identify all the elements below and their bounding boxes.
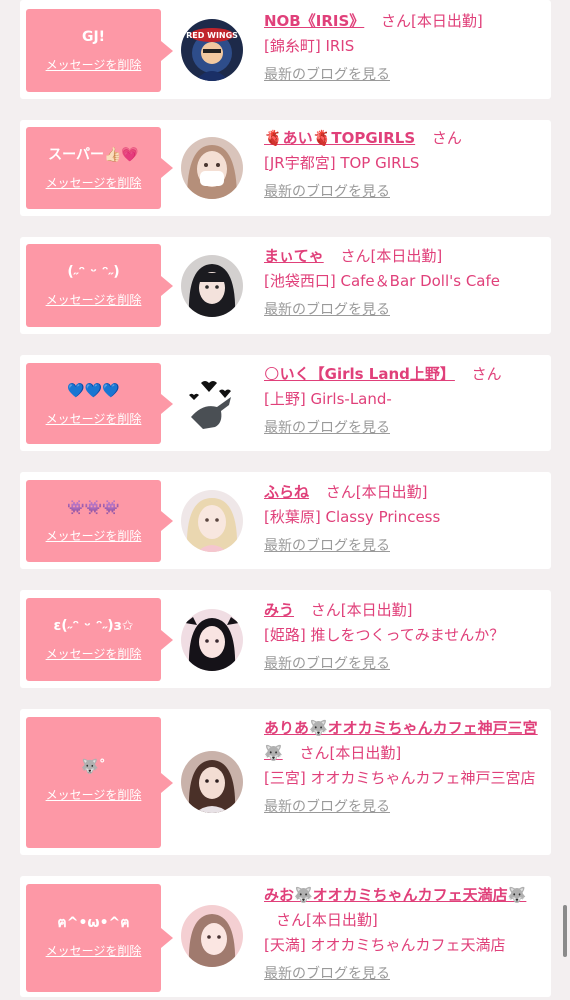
latest-blog-link[interactable]: 最新のブログを見る xyxy=(264,795,390,820)
item-info: ありあ🐺オオカミちゃんカフェ神戸三宮🐺 さん[本日出勤] [三宮] オオカミちゃ… xyxy=(264,716,543,820)
message-bubble: 🐺˚ メッセージを削除 xyxy=(26,717,173,848)
shop-location: [姫路] 推しをつくってみませんか？ xyxy=(264,626,505,644)
item-info: みお🐺オオカミちゃんカフェ天満店🐺 さん[本日出勤] [天満] オオカミちゃんカ… xyxy=(264,883,543,987)
shop-location: [秋葉原] Classy Princess xyxy=(264,508,441,526)
delete-message-link[interactable]: メッセージを削除 xyxy=(46,942,142,959)
delete-message-link[interactable]: メッセージを削除 xyxy=(46,527,142,544)
message-card: (˶ᵔ ᵕ ᵔ˶) メッセージを削除 まぃてゃ さん[本日出勤] [池袋西口] … xyxy=(20,237,551,334)
shop-location: [三宮] オオカミちゃんカフェ神戸三宮店 xyxy=(264,769,536,787)
shop-location: [JR宇都宮] TOP GIRLS xyxy=(264,154,420,172)
status-text: さん[本日出勤] xyxy=(276,911,378,929)
item-info: 🫀あい🫀TOPGIRLS さん [JR宇都宮] TOP GIRLS 最新のブログ… xyxy=(264,126,543,205)
girl-name-link[interactable]: 🌕いく【Girls Land上野】 xyxy=(264,365,455,383)
message-card: 🐺˚ メッセージを削除 ありあ🐺オオカミちゃんカフェ神戸三宮🐺 さん[本日出勤]… xyxy=(20,709,551,855)
message-card: 👾👾👾 メッセージを削除 ふらね さん[本日出勤] [秋葉原] Classy P… xyxy=(20,472,551,569)
delete-message-link[interactable]: メッセージを削除 xyxy=(46,410,142,427)
message-bubble: 💙💙💙 メッセージを削除 xyxy=(26,363,173,444)
item-info: ふらね さん[本日出勤] [秋葉原] Classy Princess 最新のブロ… xyxy=(264,480,543,559)
status-text: さん xyxy=(431,129,462,147)
svg-text:RED WINGS: RED WINGS xyxy=(186,31,238,40)
message-card: ɛ(˶ᵔ ᵕ ᵔ˶)з✩ メッセージを削除 みう さん[本日出勤] [姫路] 推… xyxy=(20,590,551,688)
scrollbar[interactable] xyxy=(563,905,567,957)
latest-blog-link[interactable]: 最新のブログを見る xyxy=(264,416,390,441)
girl-name-link[interactable]: NOB《IRIS》 xyxy=(264,12,364,30)
message-card: GJ! メッセージを削除 RED WINGS NOB《IRIS》 さん[本日出勤… xyxy=(20,0,551,99)
avatar[interactable] xyxy=(181,905,243,967)
message-bubble: ฅ^•ω•^ฅ メッセージを削除 xyxy=(26,884,173,992)
item-info: 🌕いく【Girls Land上野】 さん [上野] Girls-Land- 最新… xyxy=(264,362,543,441)
avatar[interactable] xyxy=(181,255,243,317)
item-info: まぃてゃ さん[本日出勤] [池袋西口] Cafe＆Bar Doll's Caf… xyxy=(264,244,543,323)
message-text: (˶ᵔ ᵕ ᵔ˶) xyxy=(67,264,120,280)
latest-blog-link[interactable]: 最新のブログを見る xyxy=(264,63,390,88)
latest-blog-link[interactable]: 最新のブログを見る xyxy=(264,534,390,559)
status-text: さん xyxy=(471,365,502,383)
avatar[interactable] xyxy=(181,373,243,435)
status-text: さん[本日出勤] xyxy=(325,483,428,501)
shop-location: [錦糸町] IRIS xyxy=(264,37,355,55)
girl-name-link[interactable]: みう xyxy=(264,601,294,619)
message-text: ɛ(˶ᵔ ᵕ ᵔ˶)з✩ xyxy=(53,618,134,634)
avatar[interactable] xyxy=(181,609,243,671)
latest-blog-link[interactable]: 最新のブログを見る xyxy=(264,962,390,987)
message-bubble: 👾👾👾 メッセージを削除 xyxy=(26,480,173,562)
message-card: ฅ^•ω•^ฅ メッセージを削除 みお🐺オオカミちゃんカフェ天満店🐺 さん[本日… xyxy=(20,876,551,997)
latest-blog-link[interactable]: 最新のブログを見る xyxy=(264,298,390,323)
delete-message-link[interactable]: メッセージを削除 xyxy=(46,645,142,662)
delete-message-link[interactable]: メッセージを削除 xyxy=(46,786,142,803)
girl-name-link[interactable]: まぃてゃ xyxy=(264,247,324,265)
message-bubble: (˶ᵔ ᵕ ᵔ˶) メッセージを削除 xyxy=(26,244,173,327)
girl-name-link[interactable]: みお🐺オオカミちゃんカフェ天満店🐺 xyxy=(264,886,526,904)
girl-name-link[interactable]: 🫀あい🫀TOPGIRLS xyxy=(264,129,415,147)
message-text: 💙💙💙 xyxy=(67,383,120,399)
latest-blog-link[interactable]: 最新のブログを見る xyxy=(264,180,390,205)
message-bubble: ɛ(˶ᵔ ᵕ ᵔ˶)з✩ メッセージを削除 xyxy=(26,598,173,681)
message-text: スーパー👍🏻💗 xyxy=(48,147,139,163)
message-text: ฅ^•ω•^ฅ xyxy=(57,915,130,931)
avatar[interactable] xyxy=(181,751,243,813)
item-info: NOB《IRIS》 さん[本日出勤] [錦糸町] IRIS 最新のブログを見る xyxy=(264,9,543,88)
status-text: さん[本日出勤] xyxy=(340,247,443,265)
status-text: さん[本日出勤] xyxy=(381,12,483,30)
status-text: さん[本日出勤] xyxy=(299,744,402,762)
delete-message-link[interactable]: メッセージを削除 xyxy=(46,291,142,308)
message-bubble: GJ! メッセージを削除 xyxy=(26,9,173,92)
message-text: 🐺˚ xyxy=(81,759,106,775)
avatar[interactable]: RED WINGS xyxy=(181,19,243,81)
message-card: スーパー👍🏻💗 メッセージを削除 🫀あい🫀TOPGIRLS さん [JR宇都宮]… xyxy=(20,120,551,216)
message-text: 👾👾👾 xyxy=(67,500,120,516)
avatar[interactable] xyxy=(181,137,243,199)
delete-message-link[interactable]: メッセージを削除 xyxy=(46,56,142,73)
status-text: さん[本日出勤] xyxy=(310,601,413,619)
avatar[interactable] xyxy=(181,490,243,552)
shop-location: [天満] オオカミちゃんカフェ天満店 xyxy=(264,936,506,954)
delete-message-link[interactable]: メッセージを削除 xyxy=(46,174,142,191)
item-info: みう さん[本日出勤] [姫路] 推しをつくってみませんか？ 最新のブログを見る xyxy=(264,598,543,677)
shop-location: [上野] Girls-Land- xyxy=(264,390,392,408)
girl-name-link[interactable]: ふらね xyxy=(264,483,309,501)
latest-blog-link[interactable]: 最新のブログを見る xyxy=(264,652,390,677)
message-bubble: スーパー👍🏻💗 メッセージを削除 xyxy=(26,127,173,209)
message-card: 💙💙💙 メッセージを削除 🌕いく【Girls Land上野】 さん [上野] G… xyxy=(20,355,551,451)
shop-location: [池袋西口] Cafe＆Bar Doll's Cafe xyxy=(264,272,501,290)
message-text: GJ! xyxy=(81,29,106,45)
